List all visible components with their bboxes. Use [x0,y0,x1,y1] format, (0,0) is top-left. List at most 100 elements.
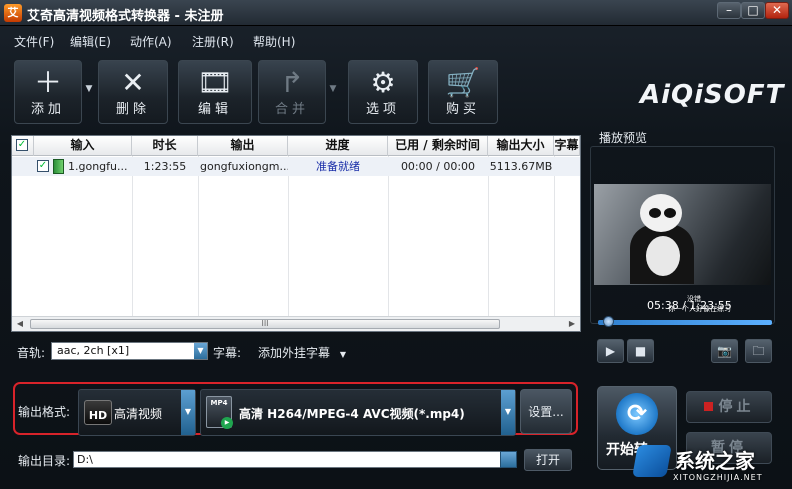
merge-button-label: 合并 [274,102,309,117]
video-preview[interactable]: 没错 你一个人好像在练习 [594,184,771,313]
menu-help[interactable]: 帮助(H) [253,33,295,50]
stop-preview-button[interactable]: ■ [627,339,654,363]
menu-file[interactable]: 文件(F) [14,33,54,50]
table-header: ✓ 输入 时长 输出 进度 已用 / 剩余时间 输出大小 字幕 [12,136,580,156]
audio-track-label: 音轨: [17,346,46,360]
close-button[interactable]: ✕ [765,2,789,19]
col-size[interactable]: 输出大小 [488,136,554,156]
audio-track-value: aac, 2ch [x1] [57,344,130,357]
output-dir-label: 输出目录: [18,454,71,468]
options-button-label: 选项 [365,102,400,117]
open-dir-button[interactable]: 打开 [524,449,572,471]
subtitle-select[interactable]: 添加外挂字幕 ▼ [258,344,346,361]
stop-square-icon [703,402,713,411]
maximize-button[interactable]: □ [741,2,765,19]
select-all-header[interactable]: ✓ [12,136,34,156]
stop-button[interactable]: 停止 [686,391,772,423]
col-time[interactable]: 已用 / 剩余时间 [388,136,488,156]
title-bar: 艾 艾奇高清视频格式转换器 - 未注册 – □ ✕ [0,0,792,26]
watermark-url: XITONGZHIJIA.NET [673,473,763,482]
open-folder-button[interactable]: 🗀 [745,339,772,363]
play-icon: ▶ [605,344,616,358]
preview-title: 播放预览 [599,131,648,145]
menu-bar: 文件(F) 编辑(E) 动作(A) 注册(R) 帮助(H) [0,30,792,52]
horizontal-scrollbar[interactable]: ◀ III ▶ [12,316,580,331]
row-progress: 准备就绪 [316,160,360,173]
playback-time: 05:38 / 1:23:55 [647,299,732,312]
gears-icon: ⚙ [370,66,396,99]
select-all-checkbox[interactable]: ✓ [16,139,28,151]
delete-button[interactable]: ✕ 删除 [98,60,168,124]
camera-icon: 📷 [717,344,732,358]
snapshot-button[interactable]: 📷 [711,339,738,363]
chevron-down-icon[interactable]: ▼ [181,390,195,435]
chevron-down-icon[interactable]: ▼ [194,343,207,359]
output-format-label: 输出格式: [18,405,71,419]
row-input: 1.gongfu... [68,160,128,173]
x-icon: ✕ [121,66,145,99]
folder-icon: 🗀 [752,344,765,358]
row-output: gongfuxiongm... [200,160,288,173]
menu-edit[interactable]: 编辑(E) [70,33,111,50]
scroll-right-icon[interactable]: ▶ [565,318,579,330]
app-logo-icon: 艾 [4,4,22,22]
video-file-icon [53,159,64,174]
output-category-value: 高清视频 [114,407,163,421]
buy-button[interactable]: 🛒 购买 [428,60,498,124]
hd-video-icon: HD [84,400,112,425]
row-checkbox[interactable]: ✓ [37,160,49,172]
stop-label: 停止 [718,399,755,415]
edit-button[interactable]: 🎞 编辑 [178,60,252,124]
seek-bar[interactable] [598,320,772,325]
table-row[interactable]: ✓ 1.gongfu... 1:23:55 gongfuxiongm... 准备… [12,157,580,176]
settings-button[interactable]: 设置... [520,389,572,434]
row-duration: 1:23:55 [143,160,187,173]
merge-button[interactable]: ↱ 合并 [258,60,326,124]
col-output[interactable]: 输出 [198,136,288,156]
watermark-text: 系统之家 [675,449,755,473]
output-category-select[interactable]: HD 高清视频 ▼ [78,389,196,436]
row-time: 00:00 / 00:00 [400,160,476,173]
col-input[interactable]: 输入 [34,136,132,156]
menu-action[interactable]: 动作(A) [130,33,172,50]
brand-logo: AiQiSOFT [640,80,785,110]
merge-dropdown-arrow-icon[interactable]: ▼ [326,60,340,124]
add-dropdown-arrow-icon[interactable]: ▼ [82,60,96,124]
subtitle-label: 字幕: [213,346,242,360]
window-title: 艾奇高清视频格式转换器 - 未注册 [27,9,224,24]
col-progress[interactable]: 进度 [288,136,388,156]
watermark: 系统之家 XITONGZHIJIA.NET [615,437,790,487]
output-format-value: 高清 H264/MPEG-4 AVC视频(*.mp4) [239,407,465,421]
cart-icon: 🛒 [445,66,481,99]
film-edit-icon: 🎞 [197,66,233,99]
app-window: 艾 艾奇高清视频格式转换器 - 未注册 – □ ✕ 文件(F) 编辑(E) 动作… [0,0,792,489]
subtitle-value: 添加外挂字幕 [258,346,331,360]
stop-icon: ■ [634,344,647,358]
merge-arrow-icon: ↱ [280,66,304,99]
preview-panel: 播放预览 没错 你一个人好像在练习 05:38 / 1:23:55 [587,128,779,366]
plus-icon: ＋ [33,66,62,99]
scroll-left-icon[interactable]: ◀ [13,318,27,330]
delete-button-label: 删除 [115,102,150,117]
col-duration[interactable]: 时长 [132,136,198,156]
options-button[interactable]: ⚙ 选项 [348,60,418,124]
output-dir-input[interactable]: D:\ [73,451,517,468]
seek-thumb[interactable] [602,316,614,327]
minimize-button[interactable]: – [717,2,741,19]
buy-button-label: 购买 [445,102,480,117]
add-button[interactable]: ＋ 添加 [14,60,82,124]
mp4-file-icon: MP4 ▶ [206,396,233,429]
menu-register[interactable]: 注册(R) [192,33,234,50]
audio-track-select[interactable]: aac, 2ch [x1] ▼ [51,342,208,360]
watermark-logo-icon [632,445,672,477]
chevron-down-icon[interactable]: ▼ [501,390,515,435]
col-subtitle[interactable]: 字幕 [554,136,580,156]
output-dir-picker[interactable] [500,451,517,468]
chevron-down-icon: ▼ [339,350,346,359]
edit-button-label: 编辑 [197,102,232,117]
output-format-select[interactable]: MP4 ▶ 高清 H264/MPEG-4 AVC视频(*.mp4) ▼ [200,389,516,436]
scroll-thumb[interactable]: III [30,319,500,329]
play-button[interactable]: ▶ [597,339,624,363]
row-size: 5113.67MB [489,160,553,173]
add-button-label: 添加 [30,102,65,117]
